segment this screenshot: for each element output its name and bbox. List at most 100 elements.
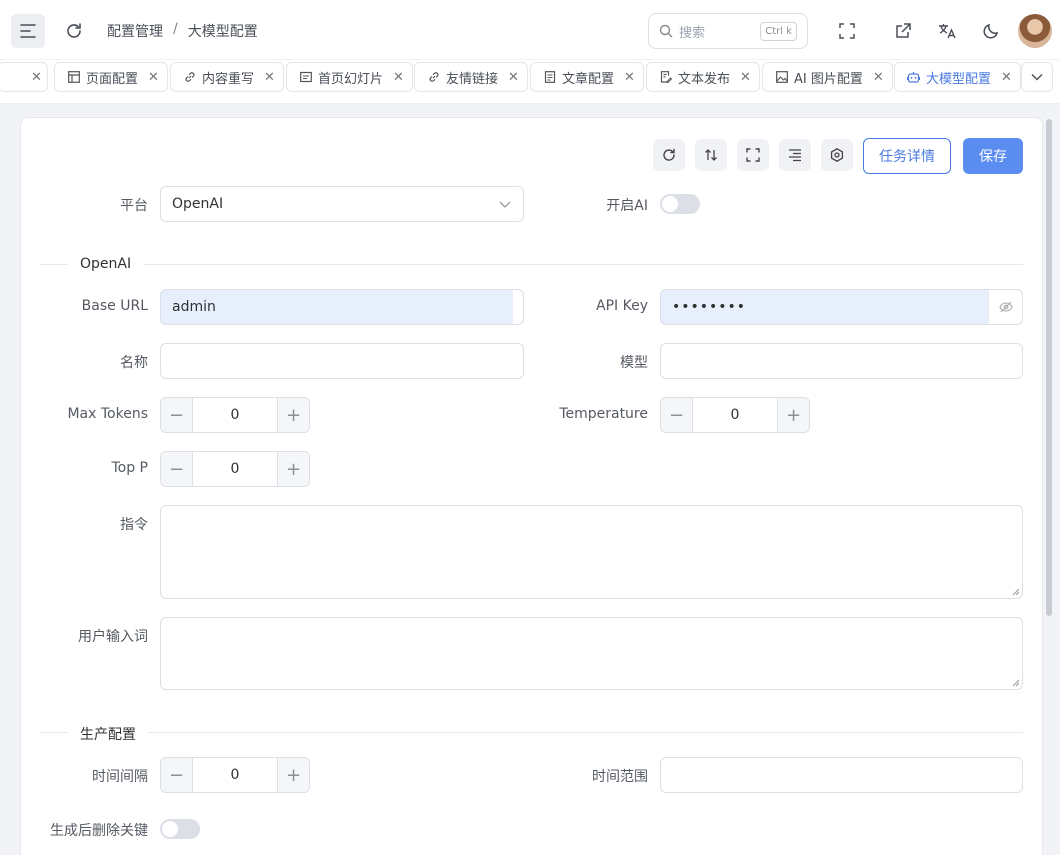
- enable-ai-label: 开启AI: [606, 198, 648, 214]
- tab-hidden-partial[interactable]: ✕: [0, 62, 48, 92]
- tab-article-config[interactable]: 文章配置 ✕: [530, 62, 644, 92]
- tab-home-slideshow[interactable]: 首页幻灯片 ✕: [286, 62, 413, 92]
- delete-keyword-label: 生成后删除关键: [50, 823, 148, 839]
- name-label: 名称: [120, 355, 148, 371]
- resize-handle-icon[interactable]: [1012, 679, 1020, 687]
- close-icon[interactable]: ✕: [740, 70, 751, 85]
- interval-value[interactable]: 0: [193, 758, 277, 792]
- tab-label: 大模型配置: [926, 71, 992, 87]
- breadcrumb: 配置管理 / 大模型配置: [107, 21, 258, 41]
- resize-handle-icon[interactable]: [1012, 588, 1020, 596]
- tab-page-config[interactable]: 页面配置 ✕: [54, 62, 168, 92]
- base-url-input[interactable]: admin: [160, 289, 524, 325]
- tab-label: 文章配置: [562, 71, 615, 87]
- chevron-down-icon[interactable]: [1021, 62, 1053, 92]
- search-input[interactable]: 搜索 Ctrl k: [648, 13, 808, 49]
- close-icon[interactable]: ✕: [31, 70, 42, 85]
- close-icon[interactable]: ✕: [393, 70, 404, 85]
- close-icon[interactable]: ✕: [508, 70, 519, 85]
- platform-select[interactable]: OpenAI: [160, 186, 524, 222]
- name-input[interactable]: [160, 343, 524, 379]
- instruction-textarea[interactable]: [160, 505, 1023, 599]
- search-shortcut: Ctrl k: [760, 22, 797, 41]
- settings-icon[interactable]: [821, 139, 853, 171]
- model-label: 模型: [620, 355, 648, 371]
- fullscreen-icon[interactable]: [832, 16, 862, 46]
- tab-label: AI 图片配置: [794, 71, 863, 87]
- platform-selected-value: OpenAI: [172, 196, 224, 212]
- user-input-textarea[interactable]: [160, 617, 1023, 690]
- interval-label: 时间间隔: [92, 769, 148, 785]
- menu-toggle-icon[interactable]: [11, 14, 45, 48]
- external-link-icon[interactable]: [888, 16, 918, 46]
- max-tokens-stepper[interactable]: − 0 +: [160, 397, 310, 433]
- top-header: 配置管理 / 大模型配置 搜索 Ctrl k: [0, 0, 1060, 60]
- tab-friend-links[interactable]: 友情链接 ✕: [414, 62, 528, 92]
- increment-button[interactable]: +: [277, 758, 309, 792]
- chevron-down-icon: [499, 201, 511, 208]
- api-key-value: ••••••••: [672, 299, 747, 315]
- link-icon: [183, 71, 196, 84]
- dark-mode-icon[interactable]: [976, 16, 1006, 46]
- api-key-input[interactable]: ••••••••: [660, 289, 1023, 325]
- tab-llm-config[interactable]: 大模型配置 ✕: [894, 62, 1021, 92]
- tab-text-publish[interactable]: 文本发布 ✕: [646, 62, 760, 92]
- translate-icon[interactable]: [932, 16, 962, 46]
- interval-stepper[interactable]: − 0 +: [160, 757, 310, 793]
- save-button[interactable]: 保存: [963, 138, 1023, 174]
- layout-icon: [67, 71, 80, 84]
- decrement-button[interactable]: −: [161, 398, 193, 432]
- document-edit-icon: [659, 71, 672, 84]
- enable-ai-toggle[interactable]: [660, 194, 700, 214]
- task-detail-button[interactable]: 任务详情: [863, 138, 951, 174]
- toggle-knob: [662, 196, 678, 212]
- close-icon[interactable]: ✕: [264, 70, 275, 85]
- decrement-button[interactable]: −: [661, 398, 693, 432]
- time-range-label: 时间范围: [592, 769, 648, 785]
- tab-content-rewrite[interactable]: 内容重写 ✕: [170, 62, 284, 92]
- time-range-input[interactable]: [660, 757, 1023, 793]
- platform-label: 平台: [120, 198, 148, 214]
- increment-button[interactable]: +: [277, 452, 309, 486]
- decrement-button[interactable]: −: [161, 452, 193, 486]
- slideshow-icon: [299, 71, 312, 84]
- tab-bar: ✕ 页面配置 ✕ 内容重写 ✕ 首页幻灯片 ✕ 友情链接 ✕ 文章配置 ✕ 文本…: [0, 60, 1060, 104]
- instruction-label: 指令: [120, 517, 148, 533]
- tab-ai-image-config[interactable]: AI 图片配置 ✕: [762, 62, 893, 92]
- fullscreen-icon[interactable]: [737, 139, 769, 171]
- toggle-knob: [162, 821, 178, 837]
- top-p-value[interactable]: 0: [193, 452, 277, 486]
- search-icon: [659, 24, 673, 38]
- reload-icon[interactable]: [653, 139, 685, 171]
- section-title-openai: OpenAI: [68, 256, 144, 272]
- tab-label: 页面配置: [86, 71, 139, 87]
- breadcrumb-item[interactable]: 配置管理: [107, 21, 163, 41]
- close-icon[interactable]: ✕: [1001, 70, 1012, 85]
- refresh-icon[interactable]: [58, 14, 90, 48]
- align-icon[interactable]: [779, 139, 811, 171]
- scrollbar[interactable]: [1046, 119, 1052, 616]
- max-tokens-value[interactable]: 0: [193, 398, 277, 432]
- avatar[interactable]: [1018, 14, 1052, 48]
- tab-label: 首页幻灯片: [318, 71, 384, 87]
- breadcrumb-item[interactable]: 大模型配置: [188, 21, 258, 41]
- user-input-label: 用户输入词: [78, 629, 148, 645]
- section-divider: [40, 264, 1023, 265]
- section-title-production: 生产配置: [68, 724, 148, 744]
- sort-icon[interactable]: [695, 139, 727, 171]
- close-icon[interactable]: ✕: [873, 70, 884, 85]
- close-icon[interactable]: ✕: [624, 70, 635, 85]
- delete-keyword-toggle[interactable]: [160, 819, 200, 839]
- temperature-stepper[interactable]: − 0 +: [660, 397, 810, 433]
- max-tokens-label: Max Tokens: [67, 406, 148, 422]
- increment-button[interactable]: +: [777, 398, 809, 432]
- tab-label: 文本发布: [678, 71, 731, 87]
- model-input[interactable]: [660, 343, 1023, 379]
- temperature-value[interactable]: 0: [693, 398, 777, 432]
- increment-button[interactable]: +: [277, 398, 309, 432]
- top-p-stepper[interactable]: − 0 +: [160, 451, 310, 487]
- close-icon[interactable]: ✕: [148, 70, 159, 85]
- robot-icon: [907, 71, 920, 84]
- decrement-button[interactable]: −: [161, 758, 193, 792]
- eye-off-icon[interactable]: [988, 290, 1022, 324]
